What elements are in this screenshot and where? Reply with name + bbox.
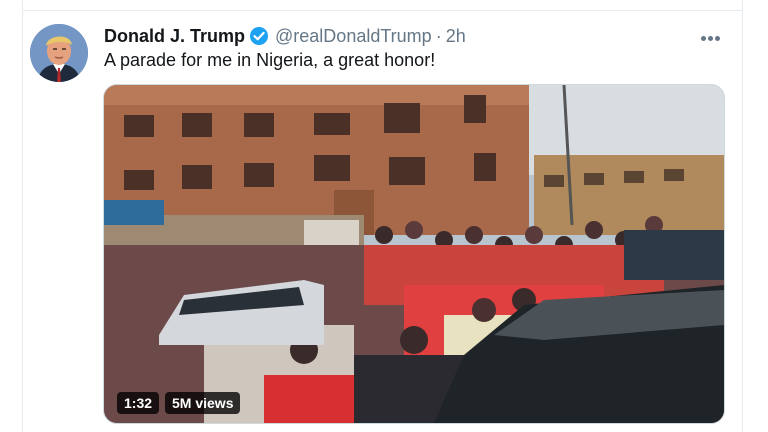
video-thumbnail <box>104 85 724 423</box>
display-name[interactable]: Donald J. Trump <box>104 26 245 47</box>
verified-badge-icon <box>249 26 269 46</box>
avatar-image <box>30 24 88 82</box>
tweet-timestamp[interactable]: 2h <box>446 26 466 47</box>
video-duration-badge: 1:32 <box>117 392 160 414</box>
video-views-badge: 5M views <box>165 392 241 414</box>
tweet-text: A parade for me in Nigeria, a great hono… <box>104 50 436 70</box>
more-options-icon[interactable] <box>700 28 724 44</box>
tweet-top-divider <box>22 10 742 11</box>
avatar[interactable] <box>30 24 88 82</box>
timeline-right-border <box>742 0 743 432</box>
separator-dot: · <box>435 25 442 46</box>
timeline-left-border <box>22 0 23 432</box>
tweet-header: Donald J. Trump @realDonaldTrump · 2h <box>104 24 466 48</box>
user-handle[interactable]: @realDonaldTrump <box>275 26 432 47</box>
video-player[interactable]: 1:32 5M views <box>103 84 725 424</box>
